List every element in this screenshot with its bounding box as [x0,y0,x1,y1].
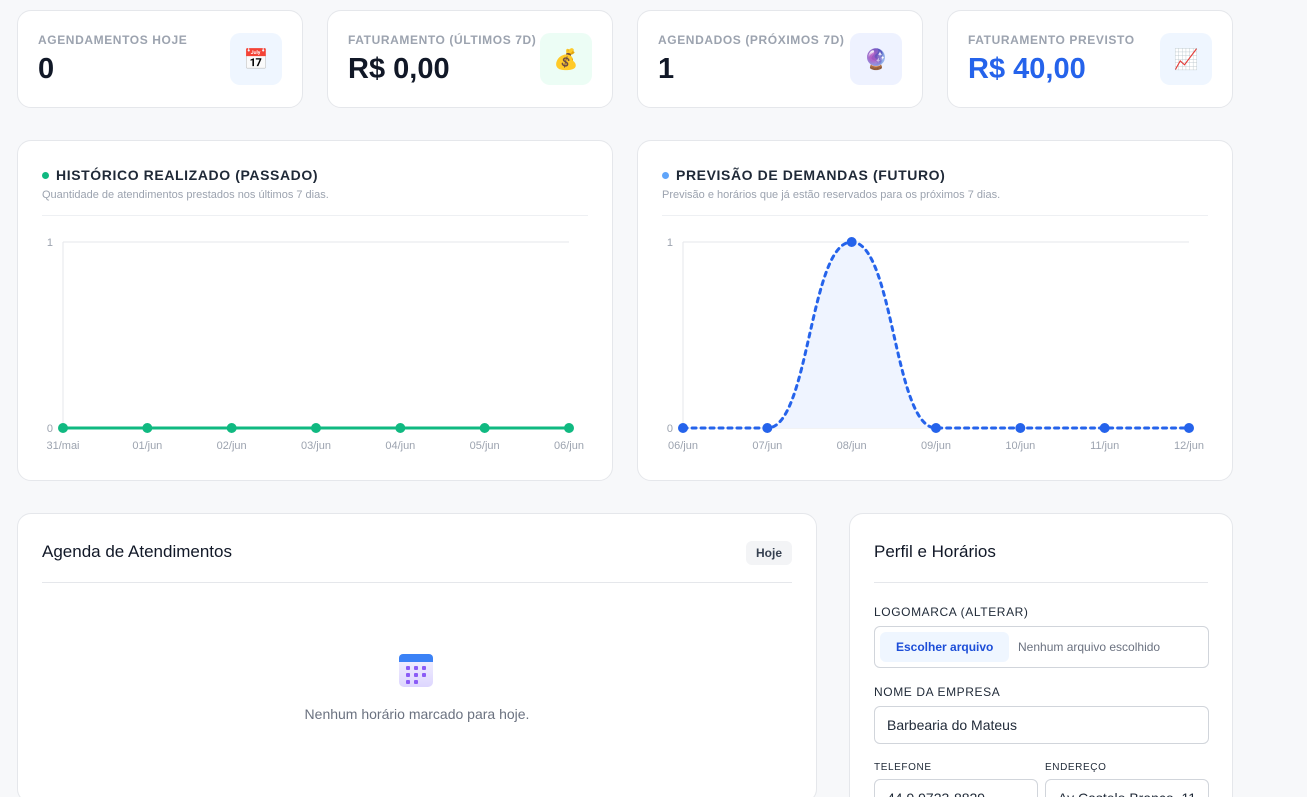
data-point [678,423,688,433]
logo-file-input[interactable]: Escolher arquivo Nenhum arquivo escolhid… [874,626,1209,668]
data-point [311,423,321,433]
agenda-title: Agenda de Atendimentos [42,542,232,561]
profile-card: Perfil e Horários LOGOMARCA (ALTERAR) Es… [849,513,1233,797]
stat-card-appointments-today: AGENDAMENTOS HOJE 0 📅 [17,10,303,108]
x-tick-label: 08/jun [837,440,867,452]
stat-value: R$ 0,00 [348,53,450,85]
x-tick-label: 11/jun [1090,440,1119,452]
series-line [681,240,1191,430]
money-bag-icon: 💰 [540,33,592,85]
stat-card-scheduled-next-7d: AGENDADOS (PRÓXIMOS 7D) 1 🔮 [637,10,923,108]
data-point [1099,423,1110,433]
profile-title: Perfil e Horários [874,542,996,561]
stat-value: 0 [38,53,55,85]
choose-file-button[interactable]: Escolher arquivo [880,632,1010,662]
stat-label: AGENDAMENTOS HOJE [38,33,188,47]
logo-label: LOGOMARCA (ALTERAR) [874,605,1029,619]
y-tick-label: 1 [47,237,53,249]
history-chart-card: HISTÓRICO REALIZADO (PASSADO) Quantidade… [17,140,613,481]
y-tick-label: 1 [667,237,673,249]
divider [42,582,792,583]
data-point [931,423,941,433]
x-tick-label: 05/jun [470,440,500,452]
stat-value: 1 [658,53,675,85]
address-input[interactable] [1045,779,1209,797]
stat-card-revenue-last-7d: FATURAMENTO (ÚLTIMOS 7D) R$ 0,00 💰 [327,10,613,108]
chart-increasing-icon: 📈 [1160,33,1212,85]
stat-card-forecast-revenue: FATURAMENTO PREVISTO R$ 40,00 📈 [947,10,1233,108]
stat-value: R$ 40,00 [968,53,1086,85]
x-tick-label: 03/jun [301,440,331,452]
data-point [58,423,68,433]
x-tick-label: 01/jun [132,440,162,452]
series-area [683,242,1189,428]
stat-label: FATURAMENTO PREVISTO [968,33,1135,47]
data-point [226,423,237,433]
company-name-input[interactable] [874,706,1209,744]
x-tick-label: 07/jun [752,440,782,452]
phone-label: TELEFONE [874,762,932,773]
stat-label: FATURAMENTO (ÚLTIMOS 7D) [348,33,537,47]
crystal-ball-icon: 🔮 [850,33,902,85]
data-point [846,237,857,247]
data-point [762,423,773,433]
data-point [1015,423,1026,433]
x-tick-label: 06/jun [554,440,584,452]
divider [874,582,1208,583]
forecast-chart-card: PREVISÃO DE DEMANDAS (FUTURO) Previsão e… [637,140,1233,481]
calendar-icon: 📅 [230,33,282,85]
x-tick-label: 10/jun [1005,440,1035,452]
data-point [142,423,153,433]
y-tick-label: 0 [47,423,53,435]
data-point [1184,423,1194,433]
agenda-card: Agenda de Atendimentos Hoje Nenhum horár… [17,513,817,797]
data-point [564,423,574,433]
phone-input[interactable] [874,779,1038,797]
x-tick-label: 31/mai [46,440,79,452]
data-point [479,423,490,433]
y-tick-label: 0 [667,423,673,435]
x-tick-label: 09/jun [921,440,951,452]
x-tick-label: 06/jun [668,440,698,452]
x-tick-label: 12/jun [1174,440,1204,452]
stat-label: AGENDADOS (PRÓXIMOS 7D) [658,33,845,47]
data-point [395,423,406,433]
empty-state-text: Nenhum horário marcado para hoje. [304,706,530,722]
x-tick-label: 04/jun [385,440,415,452]
x-tick-label: 02/jun [217,440,247,452]
today-button[interactable]: Hoje [745,541,792,565]
file-status: Nenhum arquivo escolhido [1018,640,1161,654]
calendar-icon [399,654,433,687]
history-line-chart: 0 1 31/mai 01/jun 02/jun 03/jun 04/jun 05/jun 06… [46,237,584,452]
company-name-label: NOME DA EMPRESA [874,685,1001,699]
forecast-area-chart: 0 1 06/jun 07/jun 08/jun 09/jun 10/jun 11/jun 12… [667,237,1204,452]
address-label: ENDEREÇO [1045,762,1107,773]
